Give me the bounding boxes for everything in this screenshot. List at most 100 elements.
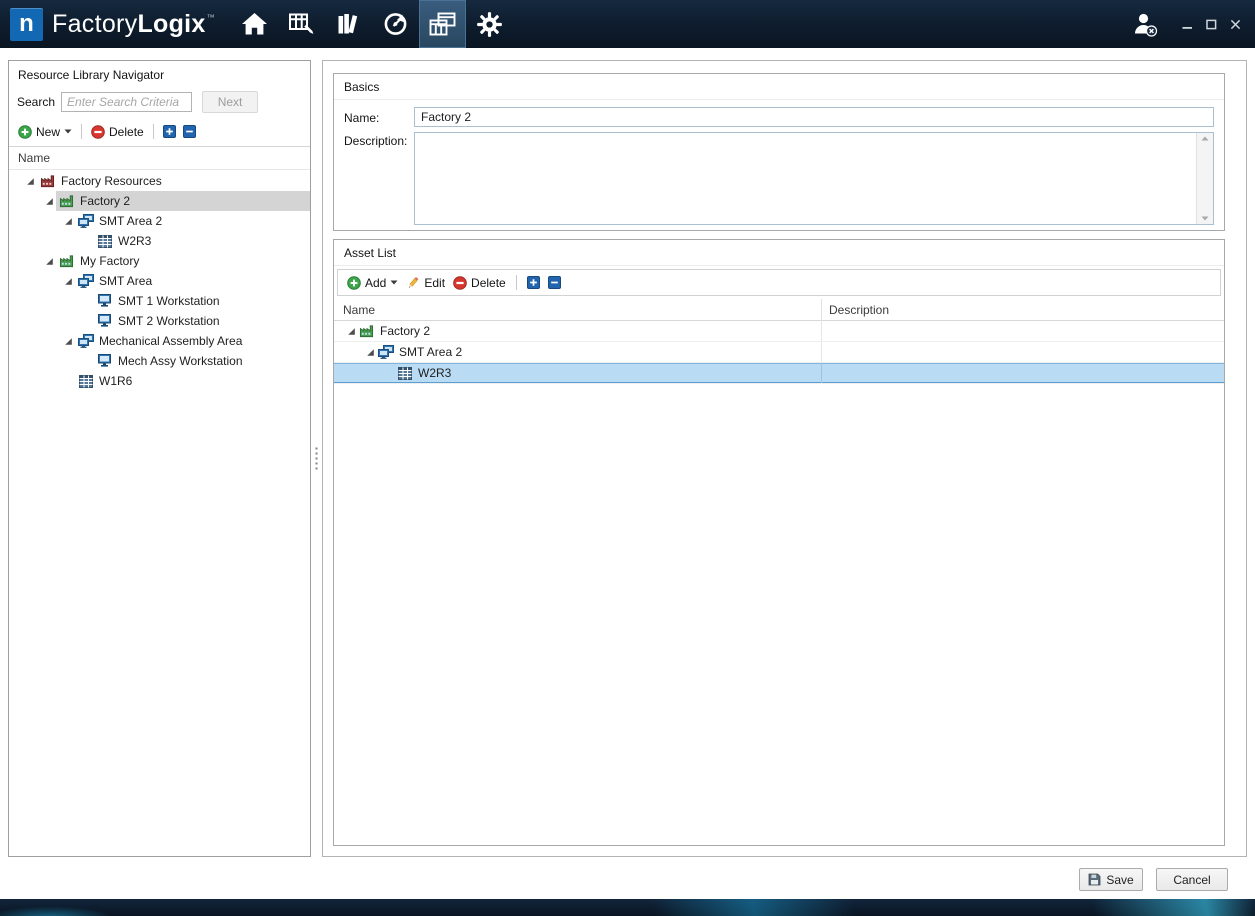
footer-actions: Save Cancel: [1079, 868, 1228, 891]
tree-item-body: Factory 2: [56, 191, 310, 211]
nav-resources-active[interactable]: [419, 0, 466, 48]
workstation-icon: [96, 354, 113, 368]
grid-asset-icon: [77, 375, 94, 388]
tree-item-mech-assy-workstation[interactable]: Mech Assy Workstation: [9, 351, 310, 371]
close-button[interactable]: [1229, 18, 1241, 30]
user-account-icon[interactable]: [1132, 11, 1159, 37]
scroll-up-icon[interactable]: [1201, 136, 1209, 141]
expander-expanded-icon[interactable]: [23, 177, 37, 186]
expander-expanded-icon[interactable]: [363, 348, 377, 357]
save-button[interactable]: Save: [1079, 868, 1143, 891]
nav-tracking[interactable]: [372, 0, 419, 48]
toolbar-separator: [81, 124, 82, 139]
next-button[interactable]: Next: [202, 91, 258, 113]
user-x-icon: [1132, 11, 1159, 37]
asset-collapse-all-button[interactable]: [548, 276, 561, 289]
tree-item-smt-2-workstation[interactable]: SMT 2 Workstation: [9, 311, 310, 331]
nav-settings[interactable]: [466, 0, 513, 48]
tree-item-w2r3[interactable]: W2R3: [9, 231, 310, 251]
asset-row-w2r3[interactable]: W2R3: [334, 363, 1224, 384]
expander-expanded-icon[interactable]: [61, 277, 75, 286]
tree-indent: [334, 352, 363, 353]
app-brand: FactoryLogix™: [52, 10, 215, 39]
column-header-description[interactable]: Description: [822, 303, 1224, 317]
tree-item-smt-1-workstation[interactable]: SMT 1 Workstation: [9, 291, 310, 311]
collapse-all-button[interactable]: [183, 125, 196, 138]
expander-expanded-icon[interactable]: [42, 197, 56, 206]
asset-cell-name: SMT Area 2: [334, 342, 822, 362]
asset-row-factory-2[interactable]: Factory 2: [334, 321, 1224, 342]
name-label: Name:: [344, 109, 414, 125]
description-input[interactable]: [414, 132, 1214, 225]
tree-column-header-name[interactable]: Name: [9, 146, 310, 170]
name-row: Name:: [344, 107, 1214, 127]
asset-delete-button[interactable]: Delete: [453, 276, 506, 290]
name-input[interactable]: [414, 107, 1214, 127]
tree-indent: [334, 373, 382, 374]
expander-expanded-icon[interactable]: [42, 257, 56, 266]
add-button[interactable]: Add: [347, 276, 398, 290]
search-input[interactable]: [61, 92, 192, 112]
tree-item-body: SMT Area 2: [75, 211, 310, 231]
tree-indent: [9, 281, 61, 282]
description-row: Description:: [344, 132, 1214, 225]
expand-all-button[interactable]: [163, 125, 176, 138]
home-icon: [241, 12, 268, 36]
resources-icon: [429, 12, 456, 37]
tree-item-factory-resources[interactable]: Factory Resources: [9, 171, 310, 191]
edit-button-label: Edit: [424, 276, 445, 290]
resource-library-navigator-panel: Resource Library Navigator Search Next N…: [8, 60, 311, 857]
production-icon: [288, 12, 315, 36]
area-icon: [77, 214, 94, 228]
maximize-button[interactable]: [1205, 18, 1217, 30]
expander-expanded-icon[interactable]: [344, 327, 358, 336]
panel-title: Resource Library Navigator: [9, 61, 310, 88]
column-header-name[interactable]: Name: [334, 299, 822, 321]
new-button[interactable]: New: [18, 125, 72, 139]
delete-button-label: Delete: [109, 125, 144, 139]
expand-all-icon: [163, 125, 176, 138]
save-icon: [1088, 873, 1101, 886]
gear-icon: [476, 11, 503, 38]
delete-button[interactable]: Delete: [91, 125, 144, 139]
edit-button[interactable]: Edit: [406, 276, 445, 290]
tree-item-smt-area[interactable]: SMT Area: [9, 271, 310, 291]
tree-item-my-factory[interactable]: My Factory: [9, 251, 310, 271]
workstation-icon: [96, 314, 113, 328]
titlebar-right: [1132, 11, 1255, 37]
asset-expand-all-button[interactable]: [527, 276, 540, 289]
add-circle-icon: [18, 125, 32, 139]
scroll-down-icon[interactable]: [1201, 216, 1209, 221]
cancel-button[interactable]: Cancel: [1156, 868, 1228, 891]
area-icon: [77, 274, 94, 288]
tree-indent: [9, 241, 80, 242]
asset-row-smt-area-2[interactable]: SMT Area 2: [334, 342, 1224, 363]
tree-item-w1r6[interactable]: W1R6: [9, 371, 310, 391]
add-circle-icon: [347, 276, 361, 290]
splitter-grip-icon: [315, 446, 318, 472]
asset-row-label: SMT Area 2: [399, 345, 462, 359]
tree-item-body: W2R3: [94, 231, 310, 251]
tree-item-label: Mech Assy Workstation: [118, 354, 243, 368]
nav-home[interactable]: [231, 0, 278, 48]
tree-item-factory-2[interactable]: Factory 2: [9, 191, 310, 211]
nav-production[interactable]: [278, 0, 325, 48]
tree-item-body: Mechanical Assembly Area: [75, 331, 310, 351]
tree-item-mechanical-assembly-area[interactable]: Mechanical Assembly Area: [9, 331, 310, 351]
tree-item-body: Factory Resources: [37, 171, 310, 191]
asset-cell-name: Factory 2: [334, 321, 822, 341]
panel-splitter[interactable]: [312, 60, 321, 857]
nav-materials[interactable]: [325, 0, 372, 48]
tree-item-smt-area-2[interactable]: SMT Area 2: [9, 211, 310, 231]
brand-trademark: ™: [207, 13, 215, 22]
textarea-scrollbar[interactable]: [1196, 133, 1213, 224]
tree-indent: [334, 331, 344, 332]
asset-list-group: Asset List Add Edit Delete Name Descrip: [333, 239, 1225, 846]
expander-expanded-icon[interactable]: [61, 337, 75, 346]
asset-row-label: Factory 2: [380, 324, 430, 338]
factory-dark-icon: [39, 174, 56, 188]
asset-delete-button-label: Delete: [471, 276, 506, 290]
tree-indent: [9, 221, 61, 222]
minimize-button[interactable]: [1181, 18, 1193, 30]
expander-expanded-icon[interactable]: [61, 217, 75, 226]
